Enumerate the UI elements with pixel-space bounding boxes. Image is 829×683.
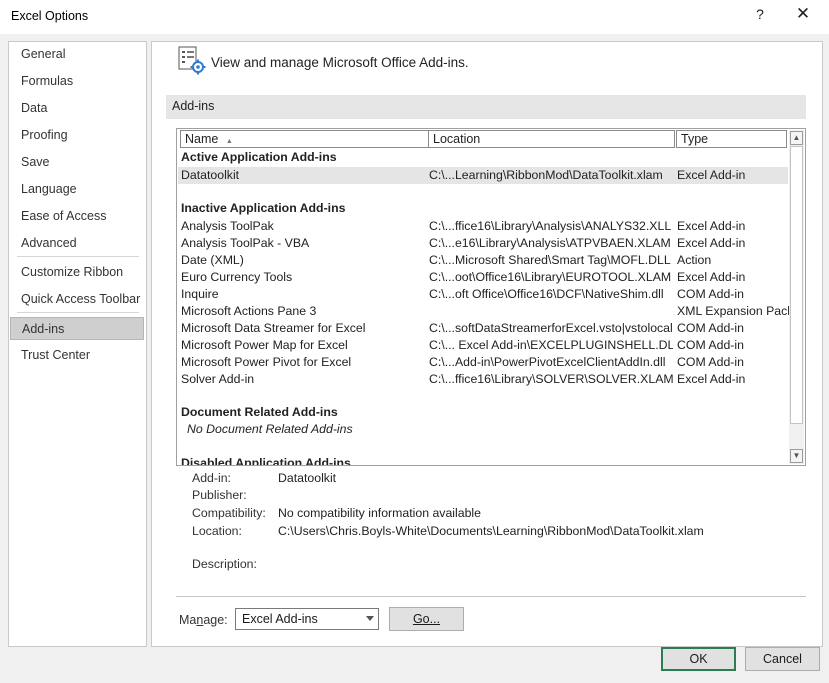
group-header: Active Application Add-ins bbox=[181, 150, 337, 164]
add-in-name: Analysis ToolPak bbox=[181, 219, 274, 233]
close-button[interactable]: ✕ bbox=[793, 4, 813, 26]
nav-general[interactable]: General bbox=[10, 43, 144, 66]
manage-dropdown-value: Excel Add-ins bbox=[242, 612, 318, 626]
section-title: Add-ins bbox=[172, 99, 215, 113]
add-in-row[interactable]: Datatoolkit C:\...Learning\RibbonMod\Data… bbox=[178, 167, 788, 184]
scroll-up-icon[interactable]: ▲ bbox=[790, 131, 803, 145]
nav-customize-ribbon[interactable]: Customize Ribbon bbox=[10, 261, 144, 284]
nav-formulas[interactable]: Formulas bbox=[10, 70, 144, 93]
scroll-down-icon[interactable]: ▼ bbox=[790, 449, 803, 463]
add-in-location: C:\...softDataStreamerforExcel.vsto|vsto… bbox=[429, 321, 673, 335]
column-header-type[interactable]: Type bbox=[676, 130, 787, 148]
location-value: C:\Users\Chris.Boyls-White\Documents\Lea… bbox=[278, 524, 704, 538]
group-header: Document Related Add-ins bbox=[181, 405, 338, 419]
add-in-name: Microsoft Data Streamer for Excel bbox=[181, 321, 366, 335]
empty-group-text: No Document Related Add-ins bbox=[187, 422, 353, 436]
add-in-row[interactable]: Euro Currency Tools C:\...oot\Office16\Li… bbox=[178, 269, 788, 286]
group-header: Disabled Application Add-ins bbox=[181, 456, 351, 466]
add-in-row[interactable]: Solver Add-in C:\...ffice16\Library\SOLVE… bbox=[178, 371, 788, 388]
manage-dropdown[interactable]: Excel Add-ins bbox=[235, 608, 379, 630]
add-in-type: COM Add-in bbox=[677, 321, 744, 335]
section-bar bbox=[166, 95, 806, 119]
add-in-row[interactable]: Microsoft Actions Pane 3 XML Expansion Pa… bbox=[178, 303, 789, 320]
add-in-location: C:\...e16\Library\Analysis\ATPVBAEN.XLAM bbox=[429, 236, 671, 250]
go-button-label: Go... bbox=[412, 612, 441, 626]
add-in-name: Datatoolkit bbox=[181, 168, 240, 182]
nav-quick-access-toolbar[interactable]: Quick Access Toolbar bbox=[10, 288, 144, 311]
add-in-name: Microsoft Power Map for Excel bbox=[181, 338, 348, 352]
add-in-name: Date (XML) bbox=[181, 253, 244, 267]
add-in-location: C:\...oot\Office16\Library\EUROTOOL.XLAM bbox=[429, 270, 672, 284]
description-label: Description: bbox=[192, 557, 257, 571]
compatibility-label: Compatibility: bbox=[192, 506, 266, 520]
location-label: Location: bbox=[192, 524, 242, 538]
add-in-name: Analysis ToolPak - VBA bbox=[181, 236, 310, 250]
add-in-row[interactable]: Date (XML) C:\...Microsoft Shared\Smart T… bbox=[178, 252, 788, 269]
nav-separator bbox=[17, 312, 139, 313]
add-in-type: Excel Add-in bbox=[677, 219, 746, 233]
add-in-type: COM Add-in bbox=[677, 355, 744, 369]
nav-data[interactable]: Data bbox=[10, 97, 144, 120]
category-nav: General Formulas Data Proofing Save Language E… bbox=[8, 41, 147, 647]
add-in-row[interactable]: Analysis ToolPak C:\...ffice16\Library\An… bbox=[178, 218, 788, 235]
add-in-type: Excel Add-in bbox=[677, 168, 746, 182]
cancel-button[interactable]: Cancel bbox=[745, 647, 820, 671]
group-header: Inactive Application Add-ins bbox=[181, 201, 346, 215]
add-ins-gear-icon bbox=[177, 46, 207, 76]
chevron-down-icon bbox=[366, 616, 374, 621]
nav-add-ins[interactable]: Add-ins bbox=[10, 317, 144, 340]
vertical-scrollbar[interactable]: ▲ ▼ bbox=[789, 130, 804, 464]
add-in-type: Excel Add-in bbox=[677, 270, 746, 284]
add-in-location: C:\...ffice16\Library\SOLVER\SOLVER.XLAM bbox=[429, 372, 673, 386]
title-bar bbox=[0, 0, 829, 34]
help-button[interactable]: ? bbox=[751, 6, 769, 26]
add-in-location: C:\...Learning\RibbonMod\DataToolkit.xla… bbox=[429, 168, 663, 182]
add-in-location: C:\... Excel Add-in\EXCELPLUGINSHELL.DLL bbox=[429, 338, 673, 352]
manage-label: Manage: bbox=[179, 613, 228, 627]
add-in-name: Microsoft Actions Pane 3 bbox=[181, 304, 317, 318]
nav-proofing[interactable]: Proofing bbox=[10, 124, 144, 147]
go-button[interactable]: Go... bbox=[389, 607, 464, 631]
divider bbox=[176, 596, 806, 597]
add-in-name: Euro Currency Tools bbox=[181, 270, 293, 284]
column-header-name[interactable]: Name ▲ bbox=[180, 130, 429, 148]
nav-save[interactable]: Save bbox=[10, 151, 144, 174]
nav-ease-of-access[interactable]: Ease of Access bbox=[10, 205, 144, 228]
add-in-location: C:\...Microsoft Shared\Smart Tag\MOFL.DL… bbox=[429, 253, 671, 267]
publisher-label: Publisher: bbox=[192, 488, 247, 502]
add-in-name: Microsoft Power Pivot for Excel bbox=[181, 355, 352, 369]
add-ins-list[interactable]: Name ▲ Location Type Active Application … bbox=[176, 128, 806, 466]
nav-trust-center[interactable]: Trust Center bbox=[10, 344, 144, 367]
add-in-location: C:\...oft Office\Office16\DCF\NativeShim… bbox=[429, 287, 664, 301]
scrollbar-thumb[interactable] bbox=[790, 146, 803, 424]
addin-label: Add-in: bbox=[192, 471, 231, 485]
sort-ascending-icon: ▲ bbox=[225, 138, 233, 145]
add-in-type: COM Add-in bbox=[677, 287, 744, 301]
nav-advanced[interactable]: Advanced bbox=[10, 232, 144, 255]
nav-separator bbox=[17, 256, 139, 257]
add-in-location: C:\...ffice16\Library\Analysis\ANALYS32.… bbox=[429, 219, 672, 233]
addin-value: Datatoolkit bbox=[278, 471, 337, 485]
add-in-row[interactable]: Analysis ToolPak - VBA C:\...e16\Library\… bbox=[178, 235, 788, 252]
add-in-row[interactable]: Microsoft Power Pivot for Excel C:\...Add… bbox=[178, 354, 788, 371]
column-header-name-label: Name bbox=[185, 132, 219, 146]
add-in-row[interactable]: Inquire C:\...oft Office\Office16\DCF\Nat… bbox=[178, 286, 788, 303]
page-heading: View and manage Microsoft Office Add-ins… bbox=[211, 55, 469, 70]
window-title: Excel Options bbox=[11, 9, 89, 23]
add-in-type: Excel Add-in bbox=[677, 236, 746, 250]
add-in-name: Inquire bbox=[181, 287, 219, 301]
add-in-row[interactable]: Microsoft Power Map for Excel C:\... Exce… bbox=[178, 337, 788, 354]
add-in-name: Solver Add-in bbox=[181, 372, 255, 386]
add-in-type: Excel Add-in bbox=[677, 372, 746, 386]
add-in-location: C:\...Add-in\PowerPivotExcelClientAddIn.… bbox=[429, 355, 666, 369]
column-header-location[interactable]: Location bbox=[428, 130, 675, 148]
compatibility-value: No compatibility information available bbox=[278, 506, 481, 520]
add-in-row[interactable]: Microsoft Data Streamer for Excel C:\...s… bbox=[178, 320, 788, 337]
add-in-type: Action bbox=[677, 253, 712, 267]
ok-button[interactable]: OK bbox=[661, 647, 736, 671]
add-in-type: COM Add-in bbox=[677, 338, 744, 352]
nav-language[interactable]: Language bbox=[10, 178, 144, 201]
add-in-type: XML Expansion Pack bbox=[677, 304, 789, 318]
